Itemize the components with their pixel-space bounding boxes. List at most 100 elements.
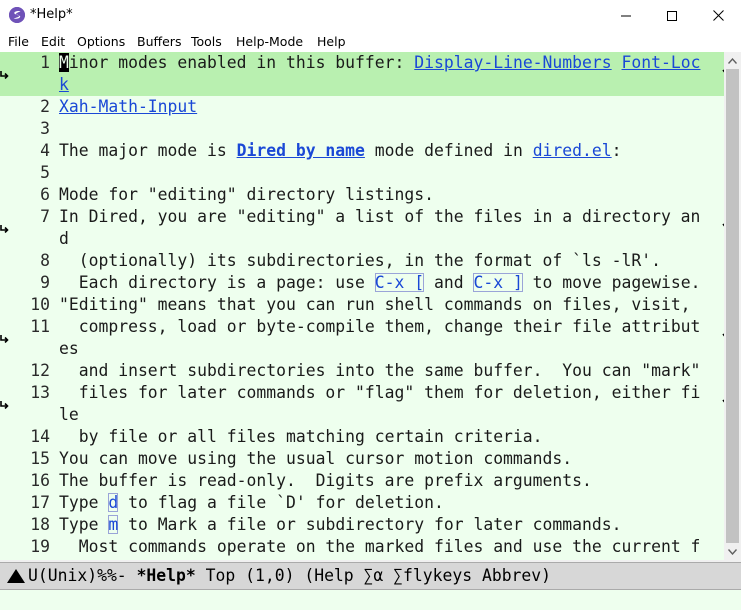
line-number: 10	[30, 295, 50, 314]
hyperlink[interactable]: Font-Loc	[622, 53, 701, 72]
text-editor-area[interactable]: 1 Minor modes enabled in this buffer: Dis…	[0, 52, 741, 560]
line-text: You can move using the usual cursor moti…	[59, 448, 572, 470]
editor-line[interactable]: 1 Minor modes enabled in this buffer: Dis…	[0, 52, 741, 74]
text-span: es	[59, 339, 79, 358]
line-text: by file or all files matching certain cr…	[59, 426, 543, 448]
text-span: to move pagewise.	[522, 273, 701, 292]
line-text: The buffer is read-only. Digits are pref…	[59, 470, 592, 492]
editor-line[interactable]: 11 compress, load or byte-compile them, …	[0, 316, 741, 338]
key-binding-link[interactable]: d	[108, 493, 118, 512]
editor-line[interactable]: 10 "Editing" means that you can run shell…	[0, 294, 741, 316]
menu-edit[interactable]: Edit	[41, 34, 65, 49]
editor-line[interactable]: 6 Mode for "editing" directory listings.	[0, 184, 741, 206]
line-number: 2	[40, 97, 50, 116]
menu-buffers[interactable]: Buffers	[137, 34, 181, 49]
editor-line[interactable]: 8 (optionally) its subdirectories, in th…	[0, 250, 741, 272]
editor-line[interactable]: 19 Most commands operate on the marked f…	[0, 536, 741, 558]
key-binding-link[interactable]: C-x [	[375, 273, 424, 292]
menu-bar: File Edit Options Buffers Tools Help-Mod…	[0, 31, 741, 52]
menu-options[interactable]: Options	[77, 34, 125, 49]
maximize-icon	[667, 10, 677, 21]
line-number: 5	[40, 163, 50, 182]
editor-line[interactable]: 5	[0, 162, 741, 184]
hyperlink[interactable]: dired.el	[533, 141, 612, 160]
menu-help-mode[interactable]: Help-Mode	[236, 34, 303, 49]
editor-line[interactable]: d	[0, 225, 741, 250]
window-title: *Help*	[30, 7, 73, 22]
text-span: Most commands operate on the marked file…	[59, 537, 701, 556]
editor-line[interactable]: 3	[0, 118, 741, 140]
line-text: The major mode is Dired by name mode def…	[59, 140, 622, 162]
line-text: Each directory is a page: use C-x [ and …	[59, 272, 701, 294]
text-span: Each directory is a page: use	[59, 273, 375, 292]
chevron-down-icon	[728, 548, 737, 555]
line-number: 9	[40, 273, 50, 292]
text-span: compress, load or byte-compile them, cha…	[59, 317, 701, 336]
line-number: 4	[40, 141, 50, 160]
text-span: In Dired, you are "editing" a list of th…	[59, 207, 701, 226]
chevron-up-icon	[728, 57, 737, 64]
editor-line[interactable]: 2 Xah-Math-Input	[0, 96, 741, 118]
text-span: Type	[59, 493, 109, 512]
hyperlink[interactable]: Display-Line-Numbers	[414, 53, 611, 72]
editor-line[interactable]: 12 and insert subdirectories into the sa…	[0, 360, 741, 382]
key-binding-link[interactable]: m	[108, 515, 118, 534]
line-text: Type d to flag a file `D' for deletion.	[59, 492, 444, 514]
maximize-button[interactable]	[649, 0, 695, 31]
line-wrap-left-icon	[0, 393, 10, 410]
text-span: Type	[59, 515, 109, 534]
mode-line-buffer-name[interactable]: *Help*	[137, 566, 196, 585]
editor-line[interactable]: 18 Type m to Mark a file or subdirectory …	[0, 514, 741, 536]
editor-line[interactable]: le	[0, 401, 741, 426]
line-number: 19	[30, 537, 50, 556]
minibuffer[interactable]	[0, 590, 741, 610]
text-span: "Editing" means that you can run shell c…	[59, 295, 691, 314]
line-wrap-left-icon	[0, 217, 10, 234]
minimize-button[interactable]	[603, 0, 649, 31]
text-span: You can move using the usual cursor moti…	[59, 449, 573, 468]
text-span: mode defined in	[364, 141, 533, 160]
editor-line[interactable]: 14 by file or all files matching certain…	[0, 426, 741, 448]
hyperlink[interactable]: Xah-Math-Input	[59, 97, 197, 116]
line-text: es	[59, 338, 79, 360]
menu-tools[interactable]: Tools	[191, 34, 222, 49]
line-text: (optionally) its subdirectories, in the …	[59, 250, 661, 272]
scroll-down-button[interactable]	[724, 543, 741, 560]
text-span: The major mode is	[59, 141, 237, 160]
vertical-scrollbar[interactable]	[724, 52, 741, 560]
key-binding-link[interactable]: C-x ]	[473, 273, 522, 292]
editor-line[interactable]: 17 Type d to flag a file `D' for deletion…	[0, 492, 741, 514]
text-span: d	[59, 229, 69, 248]
line-wrap-left-icon	[0, 327, 10, 344]
editor-line[interactable]: es	[0, 335, 741, 360]
editor-line[interactable]: 9 Each directory is a page: use C-x [ an…	[0, 272, 741, 294]
line-wrap-left-icon	[0, 63, 10, 80]
menu-help[interactable]: Help	[317, 34, 346, 49]
menu-file[interactable]: File	[8, 34, 29, 49]
close-button[interactable]	[695, 0, 741, 31]
text-cursor: M	[59, 53, 69, 72]
hyperlink[interactable]: Dired by name	[237, 141, 365, 160]
scroll-thumb[interactable]	[726, 69, 739, 543]
line-text: Mode for "editing" directory listings.	[59, 184, 434, 206]
text-span: and	[424, 273, 474, 292]
text-span	[612, 53, 622, 72]
title-bar: *Help*	[0, 0, 741, 31]
hyperlink[interactable]: k	[59, 75, 69, 94]
line-number: 14	[30, 427, 50, 446]
line-text: Xah-Math-Input	[59, 96, 197, 118]
line-text: In Dired, you are "editing" a list of th…	[59, 206, 700, 228]
editor-line[interactable]: 4 The major mode is Dired by name mode de…	[0, 140, 741, 162]
mode-indicator-triangle-icon	[7, 569, 25, 583]
editor-line[interactable]: 16 The buffer is read-only. Digits are pr…	[0, 470, 741, 492]
line-text: files for later commands or "flag" them …	[59, 382, 701, 404]
mode-line: U(Unix)%%- *Help* Top (1,0) (Help ∑α ∑fl…	[0, 562, 741, 590]
emacs-icon[interactable]	[9, 7, 25, 23]
text-span: to flag a file `D' for deletion.	[118, 493, 444, 512]
editor-line[interactable]: k	[0, 71, 741, 96]
scroll-up-button[interactable]	[724, 52, 741, 69]
editor-line[interactable]: 13 files for later commands or "flag" th…	[0, 382, 741, 404]
editor-line[interactable]: 7 In Dired, you are "editing" a list of t…	[0, 206, 741, 228]
text-span: :	[611, 141, 622, 160]
editor-line[interactable]: 15 You can move using the usual cursor mo…	[0, 448, 741, 470]
